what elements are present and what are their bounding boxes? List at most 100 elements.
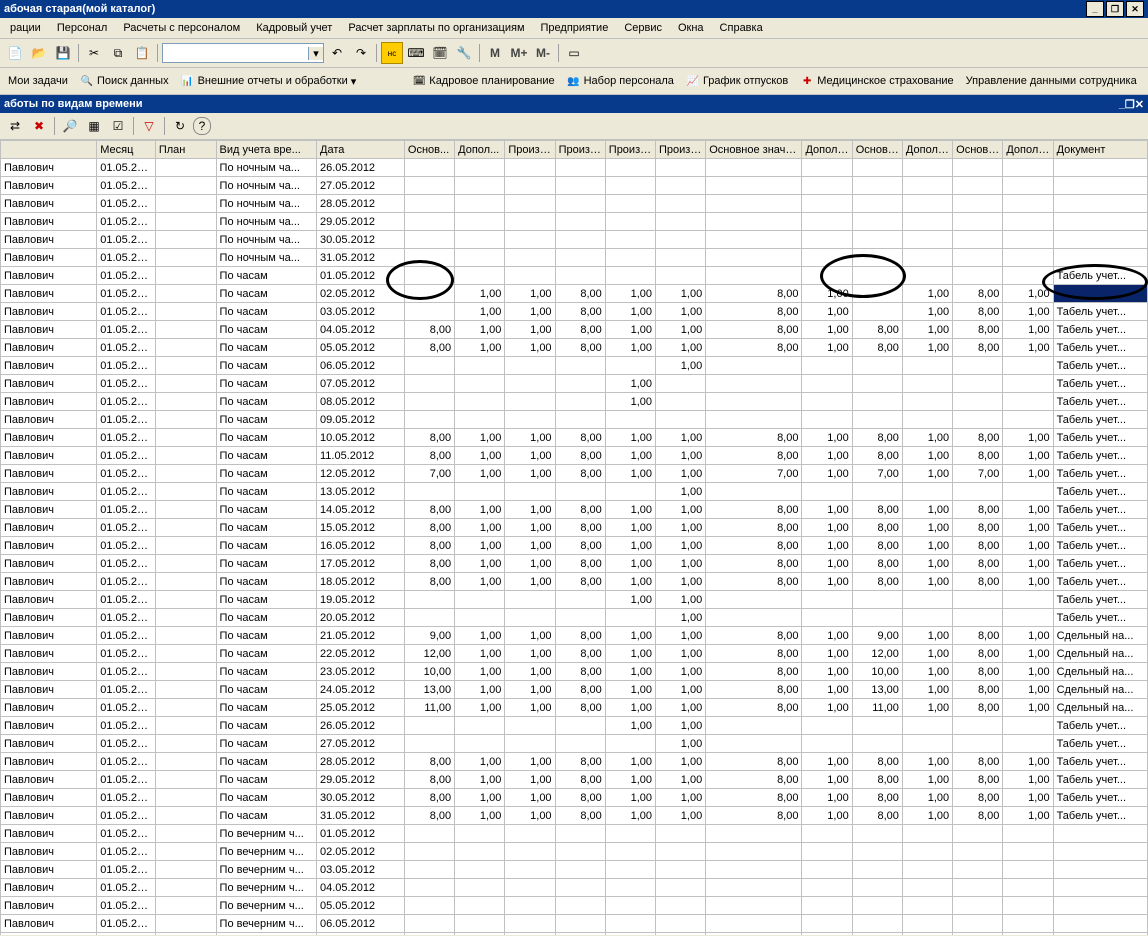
cell[interactable] [953,195,1003,213]
cell[interactable]: 8,00 [852,573,902,591]
cell[interactable]: 1,00 [605,591,655,609]
table-row[interactable]: Павлович01.05.2012По часам05.05.20128,00… [1,339,1148,357]
cell[interactable] [802,159,852,177]
grid-select-icon[interactable]: ☑ [107,115,129,137]
cell[interactable] [404,933,454,936]
cell[interactable] [404,159,454,177]
cell[interactable]: 01.05.2012 [97,663,156,681]
cell[interactable] [1053,861,1147,879]
cell[interactable]: 8,00 [953,339,1003,357]
cell[interactable] [953,249,1003,267]
cell[interactable]: По часам [216,357,316,375]
cell[interactable]: 01.05.2012 [97,591,156,609]
cell[interactable]: По вечерним ч... [216,897,316,915]
cell[interactable]: 1,00 [605,519,655,537]
cell[interactable]: 8,00 [953,789,1003,807]
cell[interactable]: По часам [216,267,316,285]
cell[interactable]: 8,00 [404,339,454,357]
cell[interactable] [605,735,655,753]
cell[interactable]: 1,00 [902,303,952,321]
cell[interactable] [155,339,216,357]
cell[interactable] [155,843,216,861]
cell[interactable]: 8,00 [852,537,902,555]
cell[interactable] [953,159,1003,177]
cell[interactable] [802,915,852,933]
cell[interactable]: 17.05.2012 [317,555,405,573]
cell[interactable] [1003,393,1053,411]
cell[interactable] [852,303,902,321]
cell[interactable]: 8,00 [404,555,454,573]
cell[interactable]: 1,00 [1003,555,1053,573]
cell[interactable]: 1,00 [902,321,952,339]
cell[interactable]: 8,00 [555,321,605,339]
cell[interactable]: Павлович [1,771,97,789]
cell[interactable]: 1,00 [505,285,555,303]
cell[interactable]: 1,00 [455,645,505,663]
cell[interactable]: 8,00 [555,501,605,519]
cell[interactable]: По часам [216,555,316,573]
cell[interactable]: 1,00 [605,699,655,717]
cell[interactable]: 1,00 [656,807,706,825]
cell[interactable] [455,411,505,429]
cell[interactable] [555,735,605,753]
cell[interactable]: По часам [216,789,316,807]
cell[interactable]: 01.05.2012 [97,375,156,393]
cell[interactable] [155,879,216,897]
cell[interactable]: 11,00 [404,699,454,717]
cell[interactable]: Табель учет... [1053,429,1147,447]
cell[interactable] [802,879,852,897]
cell[interactable]: 1,00 [802,681,852,699]
cell[interactable] [505,411,555,429]
cell[interactable]: 8,00 [852,447,902,465]
cell[interactable]: Павлович [1,699,97,717]
cell[interactable]: Павлович [1,789,97,807]
cell[interactable] [953,879,1003,897]
cell[interactable]: 1,00 [656,645,706,663]
cell[interactable] [1003,915,1053,933]
cell[interactable]: Павлович [1,717,97,735]
cell[interactable]: Табель учет... [1053,321,1147,339]
cell[interactable] [953,357,1003,375]
cell[interactable]: 1,00 [902,807,952,825]
cell[interactable] [404,285,454,303]
cell[interactable]: По часам [216,663,316,681]
cell[interactable] [404,825,454,843]
cell[interactable]: 01.05.2012 [97,519,156,537]
menu-item-6[interactable]: Сервис [618,20,668,36]
cell[interactable]: Павлович [1,519,97,537]
cell[interactable]: 1,00 [656,501,706,519]
cell[interactable] [455,231,505,249]
cell[interactable]: По часам [216,429,316,447]
cell[interactable]: По часам [216,375,316,393]
cell[interactable] [706,879,802,897]
cell[interactable]: 03.05.2012 [317,303,405,321]
cell[interactable]: 1,00 [605,555,655,573]
cell[interactable]: 1,00 [902,681,952,699]
cell[interactable]: 29.05.2012 [317,213,405,231]
cell[interactable]: 1,00 [455,663,505,681]
table-row[interactable]: Павлович01.05.2012По часам07.05.20121,00… [1,375,1148,393]
cell[interactable] [902,735,952,753]
cell[interactable] [802,357,852,375]
cell[interactable] [953,375,1003,393]
table-row[interactable]: Павлович01.05.2012По ночным ча...29.05.2… [1,213,1148,231]
data-grid[interactable]: МесяцПланВид учета вре...ДатаОснов...Доп… [0,140,1148,935]
cell[interactable]: 1,00 [1003,537,1053,555]
cell[interactable]: 8,00 [706,771,802,789]
cell[interactable]: 8,00 [555,285,605,303]
cell[interactable] [155,231,216,249]
cell[interactable] [505,177,555,195]
save-icon[interactable]: 💾 [52,42,74,64]
cell[interactable]: 1,00 [1003,681,1053,699]
cell[interactable]: Табель учет... [1053,267,1147,285]
cell[interactable] [953,393,1003,411]
cell[interactable] [656,393,706,411]
cell[interactable] [155,267,216,285]
cell[interactable] [953,267,1003,285]
cell[interactable]: Табель учет... [1053,753,1147,771]
cell[interactable]: 8,00 [953,429,1003,447]
cell[interactable]: 8,00 [555,645,605,663]
cell[interactable]: По часам [216,717,316,735]
cell[interactable]: 8,00 [555,573,605,591]
cell[interactable]: 13,00 [404,681,454,699]
